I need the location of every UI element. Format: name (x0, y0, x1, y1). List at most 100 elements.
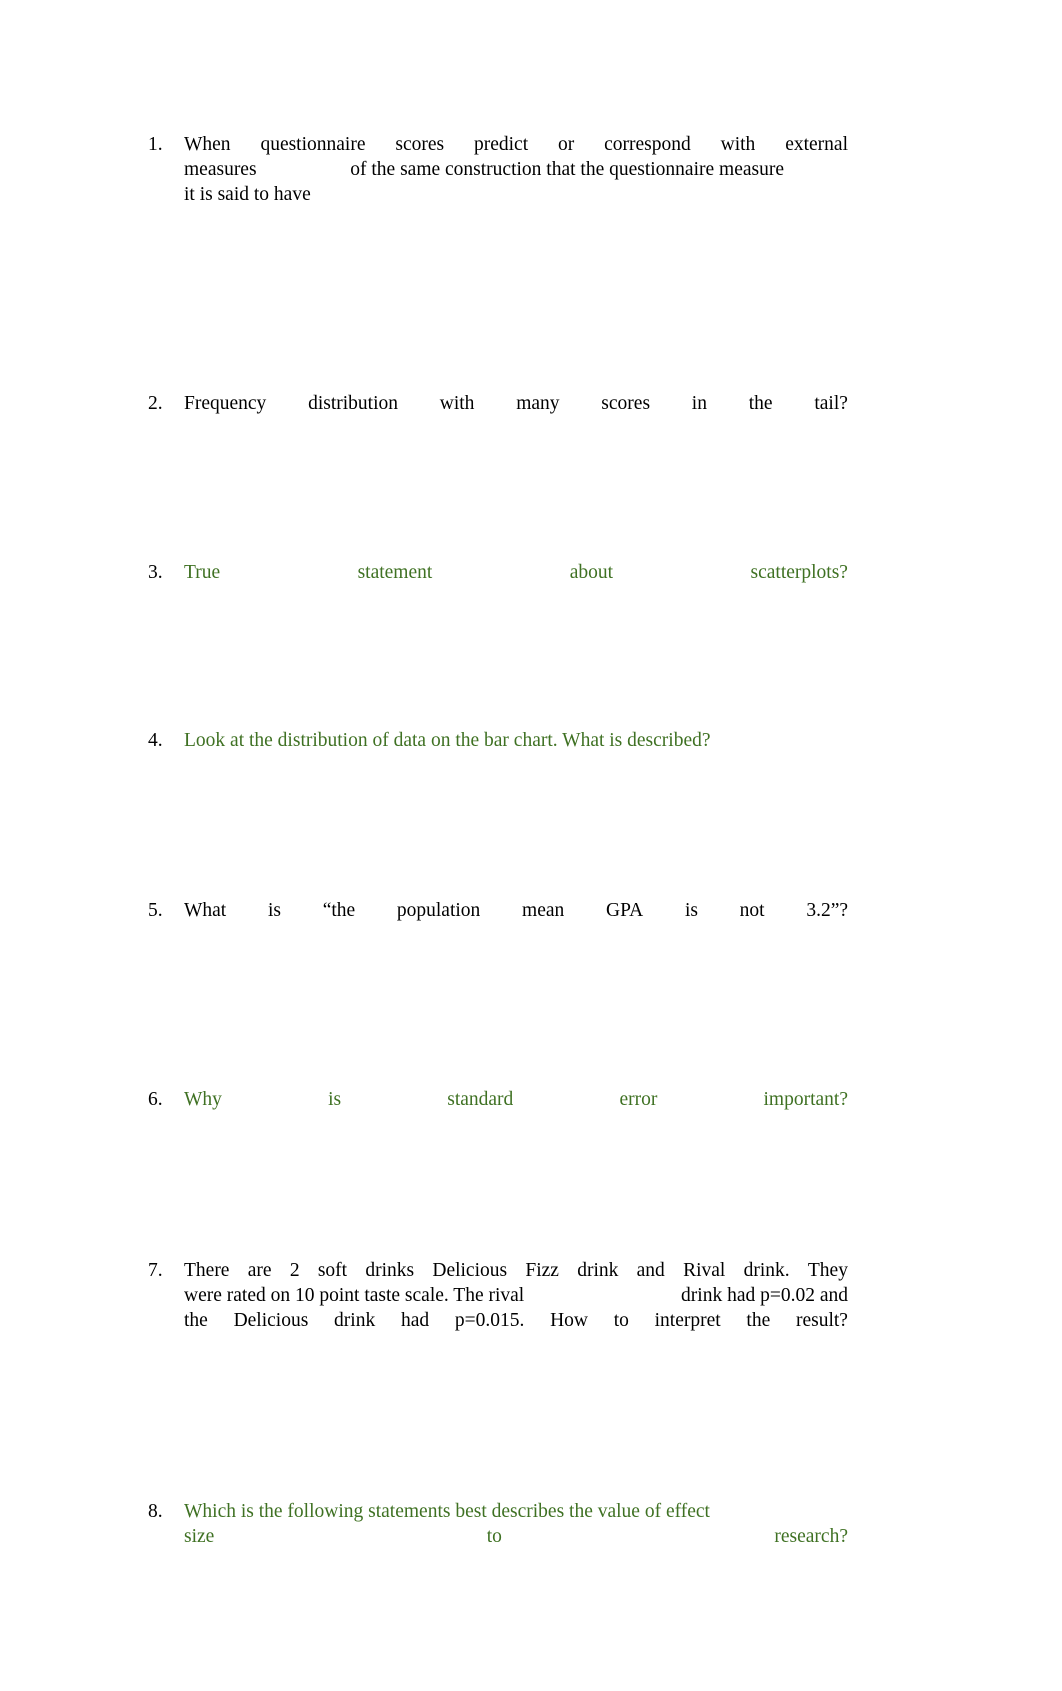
word: of the same construction that the questi… (350, 159, 784, 180)
word: Delicious (233, 1310, 309, 1331)
question-1-line-1: When questionnaire scores predict or cor… (184, 132, 848, 157)
question-3-line-1: True statement about scatterplots? (184, 560, 848, 585)
question-7-line-1: There are 2 soft drinks Delicious Fizz d… (184, 1258, 848, 1283)
word: population (396, 900, 481, 921)
question-1-line-2: measures of the same construction that t… (184, 157, 784, 182)
word: Frequency (184, 393, 267, 414)
word: the (748, 393, 773, 414)
word: “the (322, 900, 356, 921)
word: standard (447, 1089, 514, 1110)
word: They (807, 1260, 848, 1281)
question-number-8: 8. (148, 1501, 163, 1522)
word: is (684, 900, 698, 921)
word: How (550, 1310, 588, 1331)
word: with (439, 393, 475, 414)
question-8-line-2: size to research? (184, 1524, 848, 1549)
word: 3.2”? (806, 900, 848, 921)
word: correspond (604, 134, 691, 155)
question-text-8: Which is the following statements best d… (184, 1499, 848, 1549)
word: the (184, 1310, 208, 1331)
word: external (785, 134, 848, 155)
word: p=0.015. (454, 1310, 525, 1331)
word: distribution (308, 393, 398, 414)
question-number-6: 6. (148, 1089, 163, 1110)
word: is (328, 1089, 342, 1110)
question-4-line-1: Look at the distribution of data on the … (184, 730, 711, 751)
word: mean (522, 900, 565, 921)
word: When (184, 134, 231, 155)
question-5-line-1: What is “the population mean GPA is not … (184, 898, 848, 923)
question-text-2: Frequency distribution with many scores … (184, 391, 848, 416)
question-number-2: 2. (148, 393, 163, 414)
word: drink. (743, 1260, 790, 1281)
word: soft (317, 1260, 348, 1281)
word: about (569, 562, 614, 583)
word: in (691, 393, 707, 414)
question-item-4: 4. Look at the distribution of data on t… (148, 728, 848, 753)
word: Delicious (432, 1260, 508, 1281)
word: GPA (605, 900, 644, 921)
question-item-1: 1. When questionnaire scores predict or … (148, 132, 848, 207)
question-number-5: 5. (148, 900, 163, 921)
question-2-line-1: Frequency distribution with many scores … (184, 391, 848, 416)
word: size (184, 1526, 215, 1547)
word: 2 (289, 1260, 300, 1281)
question-text-3: True statement about scatterplots? (184, 560, 848, 585)
word: tail? (814, 393, 848, 414)
word: were rated on 10 point taste scale. The … (184, 1285, 525, 1306)
question-item-7: 7. There are 2 soft drinks Delicious Fiz… (148, 1258, 848, 1333)
question-item-6: 6. Why is standard error important? (148, 1087, 848, 1112)
word: questionnaire (260, 134, 366, 155)
word: drink (577, 1260, 619, 1281)
word: and (636, 1260, 665, 1281)
word: the (746, 1310, 771, 1331)
word: interpret (654, 1310, 721, 1331)
word: to (486, 1526, 502, 1547)
question-text-4: Look at the distribution of data on the … (184, 728, 848, 753)
word: drink had p=0.02 and (681, 1285, 848, 1306)
question-number-4: 4. (148, 730, 163, 751)
word: with (720, 134, 756, 155)
word: important? (763, 1089, 848, 1110)
question-text-6: Why is standard error important? (184, 1087, 848, 1112)
document-page: 1. When questionnaire scores predict or … (0, 0, 1062, 1691)
question-text-5: What is “the population mean GPA is not … (184, 898, 848, 923)
word: had (400, 1310, 430, 1331)
word: scatterplots? (750, 562, 848, 583)
question-number-7: 7. (148, 1260, 163, 1281)
question-list: 1. When questionnaire scores predict or … (148, 132, 848, 1549)
question-6-line-1: Why is standard error important? (184, 1087, 848, 1112)
word: many (516, 393, 560, 414)
word: Fizz (525, 1260, 559, 1281)
question-item-8: 8. Which is the following statements bes… (148, 1499, 848, 1549)
word: error (619, 1089, 658, 1110)
word: drink (334, 1310, 376, 1331)
question-item-2: 2. Frequency distribution with many scor… (148, 391, 848, 416)
question-number-3: 3. (148, 562, 163, 583)
word: What (184, 900, 227, 921)
word: research? (774, 1526, 848, 1547)
question-1-line-3: it is said to have (184, 184, 311, 205)
question-item-5: 5. What is “the population mean GPA is n… (148, 898, 848, 923)
word: drinks (365, 1260, 415, 1281)
word: statement (357, 562, 433, 583)
word: scores (601, 393, 651, 414)
word: are (247, 1260, 272, 1281)
word: predict (473, 134, 529, 155)
word: Why (184, 1089, 222, 1110)
question-text-1: When questionnaire scores predict or cor… (184, 132, 848, 207)
word: not (739, 900, 765, 921)
word: Rival (683, 1260, 726, 1281)
word: or (558, 134, 575, 155)
word: There (184, 1260, 230, 1281)
question-8-line-1: Which is the following statements best d… (184, 1501, 710, 1522)
question-item-3: 3. True statement about scatterplots? (148, 560, 848, 585)
word: True (184, 562, 221, 583)
question-text-7: There are 2 soft drinks Delicious Fizz d… (184, 1258, 848, 1333)
